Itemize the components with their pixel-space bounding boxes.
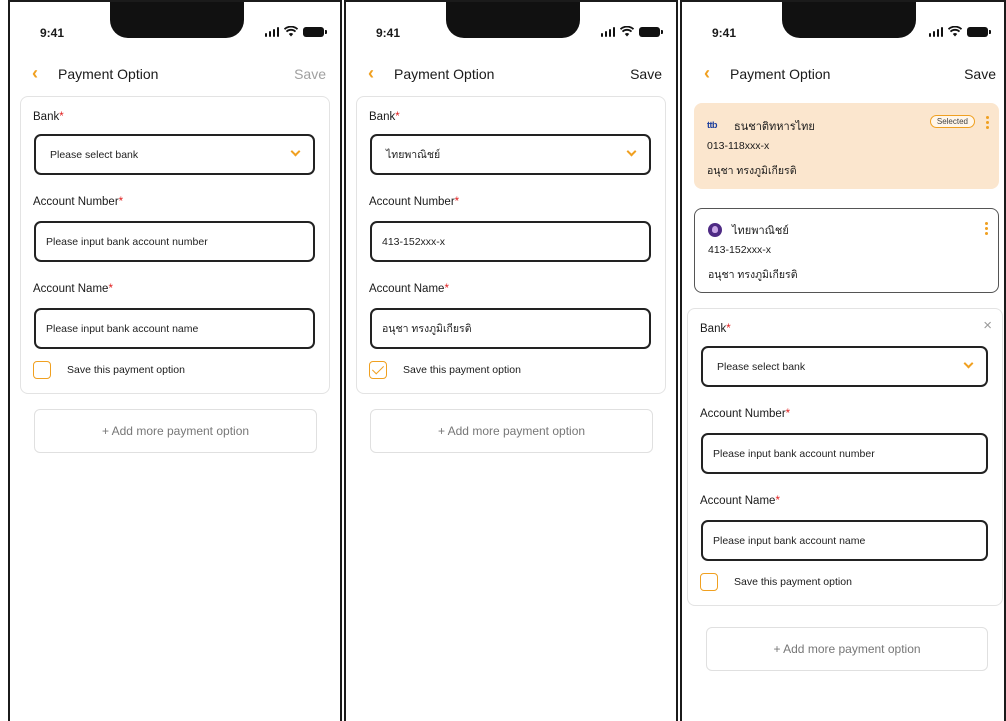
account-name-input[interactable]: Please input bank account name (701, 520, 988, 561)
save-option-checkbox[interactable] (700, 573, 718, 591)
save-option-label: Save this payment option (67, 364, 185, 376)
bank-label: Bank* (33, 111, 64, 123)
saved-account-number: 413-152xxx-x (708, 244, 772, 256)
page-title: Payment Option (58, 66, 159, 82)
status-icons (600, 26, 663, 37)
bank-select[interactable]: ไทยพาณิชย์ (370, 134, 651, 175)
save-option-checkbox[interactable] (33, 361, 51, 379)
saved-account-name: อนุชา ทรงภูมิเกียรติ (708, 269, 798, 281)
account-name-input[interactable]: อนุชา ทรงภูมิเกียรติ (370, 308, 651, 349)
battery-icon (639, 26, 663, 37)
status-time: 9:41 (40, 26, 65, 40)
notch (446, 2, 580, 38)
close-icon[interactable]: × (983, 317, 992, 334)
saved-payment-option[interactable]: ไทยพาณิชย์ 413-152xxx-x อนุชา ทรงภูมิเกี… (694, 208, 999, 293)
signal-icon (264, 26, 279, 37)
add-payment-option-button[interactable]: + Add more payment option (34, 409, 317, 453)
status-time: 9:41 (712, 26, 737, 40)
payment-form-card: Bank* Please select bank Account Number*… (20, 96, 330, 394)
account-name-label: Account Name* (33, 283, 113, 295)
saved-bank-line: ไทยพาณิชย์ (708, 221, 789, 239)
account-number-input[interactable]: Please input bank account number (34, 221, 315, 262)
selected-badge: Selected (929, 115, 975, 128)
account-number-label: Account Number* (700, 408, 791, 420)
wifi-icon (620, 26, 634, 37)
back-chevron-icon[interactable]: ‹ (32, 63, 38, 83)
account-number-label: Account Number* (33, 196, 124, 208)
saved-bank-name: ธนชาติทหารไทย (734, 121, 815, 133)
signal-icon (928, 26, 943, 37)
signal-icon (600, 26, 615, 37)
add-payment-option-button[interactable]: + Add more payment option (370, 409, 653, 453)
saved-payment-option-selected[interactable]: ttb ธนชาติทหารไทย Selected 013-118xxx-x … (694, 103, 999, 189)
bank-label: Bank* (700, 323, 731, 335)
kebab-menu-icon[interactable] (986, 116, 989, 131)
payment-form-card: Bank* ไทยพาณิชย์ Account Number* 413-152… (356, 96, 666, 394)
account-name-label: Account Name* (700, 495, 780, 507)
bank-select-value: Please select bank (717, 360, 806, 373)
save-option-row[interactable]: Save this payment option (33, 361, 185, 379)
save-option-label: Save this payment option (403, 364, 521, 376)
bank-select[interactable]: Please select bank (34, 134, 315, 175)
chevron-down-icon (626, 146, 637, 157)
save-option-label: Save this payment option (734, 576, 852, 588)
status-icons (264, 26, 327, 37)
save-option-checkbox[interactable] (369, 361, 387, 379)
header: ‹ Payment Option Save (346, 63, 676, 87)
account-name-label: Account Name* (369, 283, 449, 295)
chevron-down-icon (963, 358, 974, 369)
bank-select-value: Please select bank (50, 148, 139, 161)
bank-select-value: ไทยพาณิชย์ (386, 149, 441, 161)
account-name-input[interactable]: Please input bank account name (34, 308, 315, 349)
status-time: 9:41 (376, 26, 401, 40)
wifi-icon (284, 26, 298, 37)
save-option-row[interactable]: Save this payment option (700, 573, 852, 591)
page-title: Payment Option (394, 66, 495, 82)
save-option-row[interactable]: Save this payment option (369, 361, 521, 379)
battery-icon (967, 26, 991, 37)
add-payment-option-button[interactable]: + Add more payment option (706, 627, 988, 671)
back-chevron-icon[interactable]: ‹ (704, 63, 710, 83)
saved-bank-name: ไทยพาณิชย์ (732, 225, 789, 237)
status-icons (928, 26, 991, 37)
ttb-bank-logo-icon: ttb (707, 120, 718, 130)
bank-label: Bank* (369, 111, 400, 123)
kebab-menu-icon[interactable] (985, 222, 988, 237)
notch (110, 2, 244, 38)
save-button[interactable]: Save (294, 66, 326, 82)
phone-screen-filled-form: 9:41 ‹ Payment Option Save Bank* ไทยพาณิ… (344, 0, 678, 721)
save-button[interactable]: Save (964, 66, 996, 82)
phone-screen-saved-options: 9:41 ‹ Payment Option Save ttb ธนชาติทหา… (680, 0, 1006, 721)
saved-account-name: อนุชา ทรงภูมิเกียรติ (707, 165, 797, 177)
wifi-icon (948, 26, 962, 37)
account-number-input[interactable]: 413-152xxx-x (370, 221, 651, 262)
back-chevron-icon[interactable]: ‹ (368, 63, 374, 83)
new-payment-form-card: × Bank* Please select bank Account Numbe… (687, 308, 1003, 606)
header: ‹ Payment Option Save (682, 63, 1004, 87)
account-number-input[interactable]: Please input bank account number (701, 433, 988, 474)
header: ‹ Payment Option Save (10, 63, 340, 87)
saved-account-number: 013-118xxx-x (707, 140, 770, 152)
saved-bank-line: ttb ธนชาติทหารไทย (707, 117, 815, 135)
bank-select[interactable]: Please select bank (701, 346, 988, 387)
notch (782, 2, 916, 38)
page-title: Payment Option (730, 66, 831, 82)
scb-bank-logo-icon (708, 223, 722, 237)
save-button[interactable]: Save (630, 66, 662, 82)
phone-screen-empty-form: 9:41 ‹ Payment Option Save Bank* Please … (8, 0, 342, 721)
battery-icon (303, 26, 327, 37)
chevron-down-icon (290, 146, 301, 157)
account-number-label: Account Number* (369, 196, 460, 208)
